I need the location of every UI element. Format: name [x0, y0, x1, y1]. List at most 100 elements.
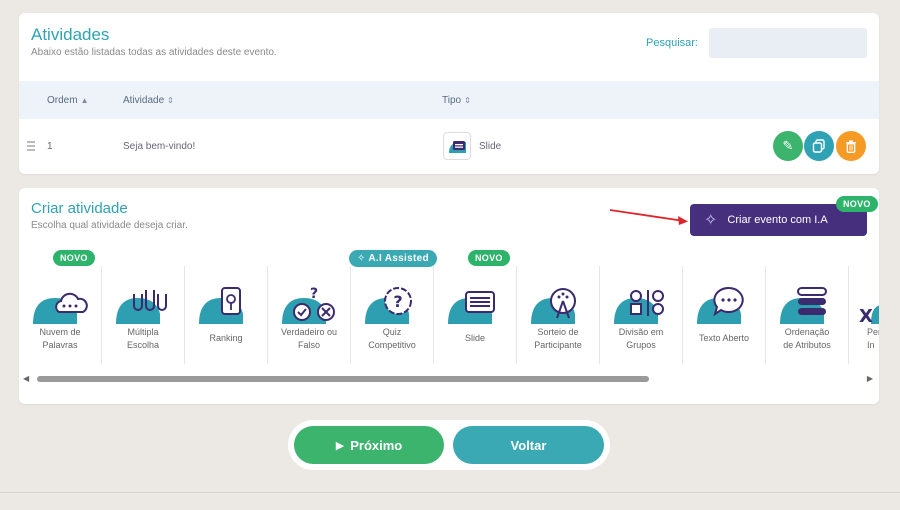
- trash-icon: [846, 140, 856, 153]
- page-title: Atividades: [31, 25, 110, 44]
- tile-label: Nuvem de Palavras: [19, 326, 101, 352]
- tile-label-line2: Participante: [534, 340, 582, 350]
- multiple-choice-icon: [116, 290, 167, 324]
- tile-label: Per In: [867, 326, 879, 352]
- pencil-icon: ✎: [782, 138, 794, 153]
- column-header-activity[interactable]: Atividade ⇕: [123, 95, 174, 106]
- new-badge: NOVO: [468, 250, 510, 266]
- sort-icon: ⇕: [464, 96, 471, 105]
- tile-label-line2: Palavras: [42, 340, 78, 350]
- column-header-type-label: Tipo: [442, 95, 462, 106]
- tile-raffle[interactable]: Sorteio de Participante: [517, 266, 600, 364]
- tile-label: Múltipla Escolha: [102, 326, 184, 352]
- tile-slide[interactable]: Slide: [434, 266, 517, 364]
- column-header-activity-label: Atividade: [123, 95, 165, 106]
- new-badge: NOVO: [836, 196, 878, 212]
- tile-label-line1: Slide: [464, 333, 485, 343]
- search-input[interactable]: [709, 28, 867, 58]
- tile-multiple-choice[interactable]: Múltipla Escolha: [102, 266, 185, 364]
- svg-text:?: ?: [310, 286, 318, 302]
- tile-label-line1: Verdadeiro ou: [280, 327, 338, 337]
- tile-label-line2: Competitivo: [368, 340, 416, 350]
- ai-assisted-label: A.I Assisted: [368, 253, 429, 264]
- drag-handle-icon[interactable]: [27, 141, 35, 151]
- create-title: Criar atividade: [31, 200, 128, 217]
- tile-label-line2: In: [867, 340, 875, 350]
- row-activity-name: Seja bem-vindo!: [123, 141, 196, 152]
- tile-label-line2: de Atributos: [783, 340, 831, 350]
- tile-label-line1: Nuvem de: [39, 327, 81, 337]
- tile-label-line1: Texto Aberto: [698, 333, 750, 343]
- copy-button[interactable]: [804, 131, 834, 161]
- tile-label: Sorteio de Participante: [517, 326, 599, 352]
- create-activity-card: Criar atividade Escolha qual atividade d…: [19, 188, 879, 404]
- row-order: 1: [47, 141, 53, 152]
- tile-ranking[interactable]: Ranking: [185, 266, 268, 364]
- scrollbar-thumb[interactable]: [37, 376, 649, 382]
- sort-icon: ⇕: [167, 96, 174, 105]
- next-button-label: Próximo: [350, 437, 403, 453]
- scroll-left-icon[interactable]: ◀: [23, 374, 29, 383]
- tile-label: Divisão em Grupos: [600, 326, 682, 352]
- scroll-right-icon[interactable]: ▶: [867, 374, 873, 383]
- tile-label: Slide: [434, 332, 516, 345]
- back-button[interactable]: Voltar: [453, 426, 604, 464]
- new-badge: NOVO: [53, 250, 95, 266]
- copy-icon: [812, 139, 825, 153]
- tile-label-line2: Falso: [297, 340, 320, 350]
- ranking-icon: [199, 287, 243, 324]
- groups-icon: [614, 290, 664, 324]
- page-subtitle: Abaixo estão listadas todas as atividade…: [31, 47, 277, 58]
- ai-assisted-badge: ✧ A.I Assisted: [349, 250, 437, 267]
- partial-tile-icon: X: [859, 305, 879, 326]
- tile-quiz[interactable]: ? Quiz Competitivo: [351, 266, 434, 364]
- page-divider: [0, 492, 900, 493]
- svg-text:X: X: [859, 306, 873, 326]
- edit-button[interactable]: ✎: [773, 131, 803, 161]
- delete-button[interactable]: [836, 131, 866, 161]
- activities-card: Atividades Abaixo estão listadas todas a…: [19, 13, 879, 174]
- tile-label-line1: Ordenação: [784, 327, 830, 337]
- tile-label: Texto Aberto: [683, 332, 765, 345]
- annotation-arrow-icon: [609, 209, 688, 225]
- tile-label-line2: Escolha: [126, 340, 160, 350]
- svg-text:?: ?: [393, 292, 402, 311]
- tile-label-line1: Per: [867, 327, 879, 337]
- open-text-icon: [697, 286, 744, 324]
- table-row: 1 Seja bem-vindo! Slide ✎: [19, 119, 879, 174]
- tile-label: Quiz Competitivo: [351, 326, 433, 352]
- raffle-icon: [531, 288, 576, 324]
- footer-actions: ▶ Próximo Voltar: [288, 420, 610, 470]
- tile-ordering[interactable]: Ordenação de Atributos: [766, 266, 849, 364]
- table-header: Ordem ▲ Atividade ⇕ Tipo ⇕: [19, 81, 879, 119]
- tile-label: Ordenação de Atributos: [766, 326, 848, 352]
- tile-label-line1: Quiz: [382, 327, 402, 337]
- slide-icon: [443, 132, 471, 160]
- column-header-type[interactable]: Tipo ⇕: [442, 95, 471, 106]
- slide-icon: [448, 291, 495, 324]
- next-button[interactable]: ▶ Próximo: [294, 426, 444, 464]
- tile-label-line1: Múltipla: [127, 327, 159, 337]
- tile-true-false[interactable]: ? Verdadeiro ou Falso: [268, 266, 351, 364]
- tile-partial[interactable]: X Per In: [849, 266, 879, 364]
- tile-label: Verdadeiro ou Falso: [268, 326, 350, 352]
- tile-label: Ranking: [185, 332, 267, 345]
- tile-label-line1: Ranking: [209, 333, 243, 343]
- tile-open-text[interactable]: Texto Aberto: [683, 266, 766, 364]
- tile-word-cloud[interactable]: Nuvem de Palavras: [19, 266, 102, 364]
- row-type: Slide: [479, 141, 502, 152]
- quiz-icon: ?: [365, 287, 412, 324]
- sparkle-icon: ✧: [704, 212, 718, 229]
- column-header-order[interactable]: Ordem ▲: [47, 95, 88, 106]
- sort-asc-icon: ▲: [80, 96, 89, 105]
- true-false-icon: ?: [282, 286, 335, 324]
- activity-type-list: Nuvem de Palavras Múltipla Escolha Ranking: [19, 266, 879, 366]
- ordering-icon: [780, 287, 827, 324]
- play-icon: ▶: [335, 439, 345, 452]
- tile-groups[interactable]: Divisão em Grupos: [600, 266, 683, 364]
- horizontal-scrollbar[interactable]: ◀ ▶: [23, 374, 875, 384]
- column-header-order-label: Ordem: [47, 95, 78, 106]
- tile-label-line1: Divisão em: [618, 327, 664, 337]
- back-button-label: Voltar: [510, 437, 547, 453]
- create-subtitle: Escolha qual atividade deseja criar.: [31, 220, 188, 231]
